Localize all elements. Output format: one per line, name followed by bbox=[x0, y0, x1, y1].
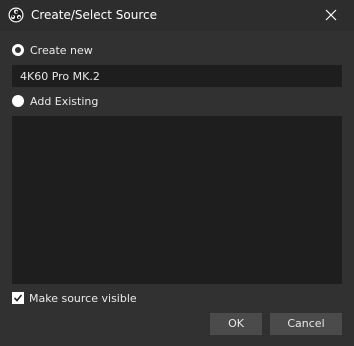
add-existing-radio[interactable]: Add Existing bbox=[12, 93, 98, 109]
add-existing-label: Add Existing bbox=[30, 94, 99, 108]
create-new-radio[interactable]: Create new bbox=[12, 42, 93, 58]
make-source-visible-checkbox[interactable]: Make source visible bbox=[12, 291, 137, 305]
ok-button[interactable]: OK bbox=[210, 313, 262, 335]
radio-unchecked-icon[interactable] bbox=[12, 95, 24, 107]
title-bar: Create/Select Source bbox=[0, 0, 354, 31]
existing-sources-list[interactable] bbox=[12, 116, 342, 284]
close-icon bbox=[325, 9, 337, 21]
checkbox-checked-icon[interactable] bbox=[12, 292, 24, 304]
window-title: Create/Select Source bbox=[31, 8, 157, 22]
close-button[interactable] bbox=[308, 0, 354, 31]
create-select-source-dialog: Create/Select Source Create new Add Exis… bbox=[0, 0, 354, 346]
cancel-button[interactable]: Cancel bbox=[270, 313, 342, 335]
obs-logo-icon bbox=[8, 7, 24, 23]
source-name-input[interactable] bbox=[12, 65, 342, 87]
create-new-label: Create new bbox=[30, 43, 93, 57]
radio-checked-icon[interactable] bbox=[12, 44, 24, 56]
make-source-visible-label: Make source visible bbox=[29, 291, 137, 305]
